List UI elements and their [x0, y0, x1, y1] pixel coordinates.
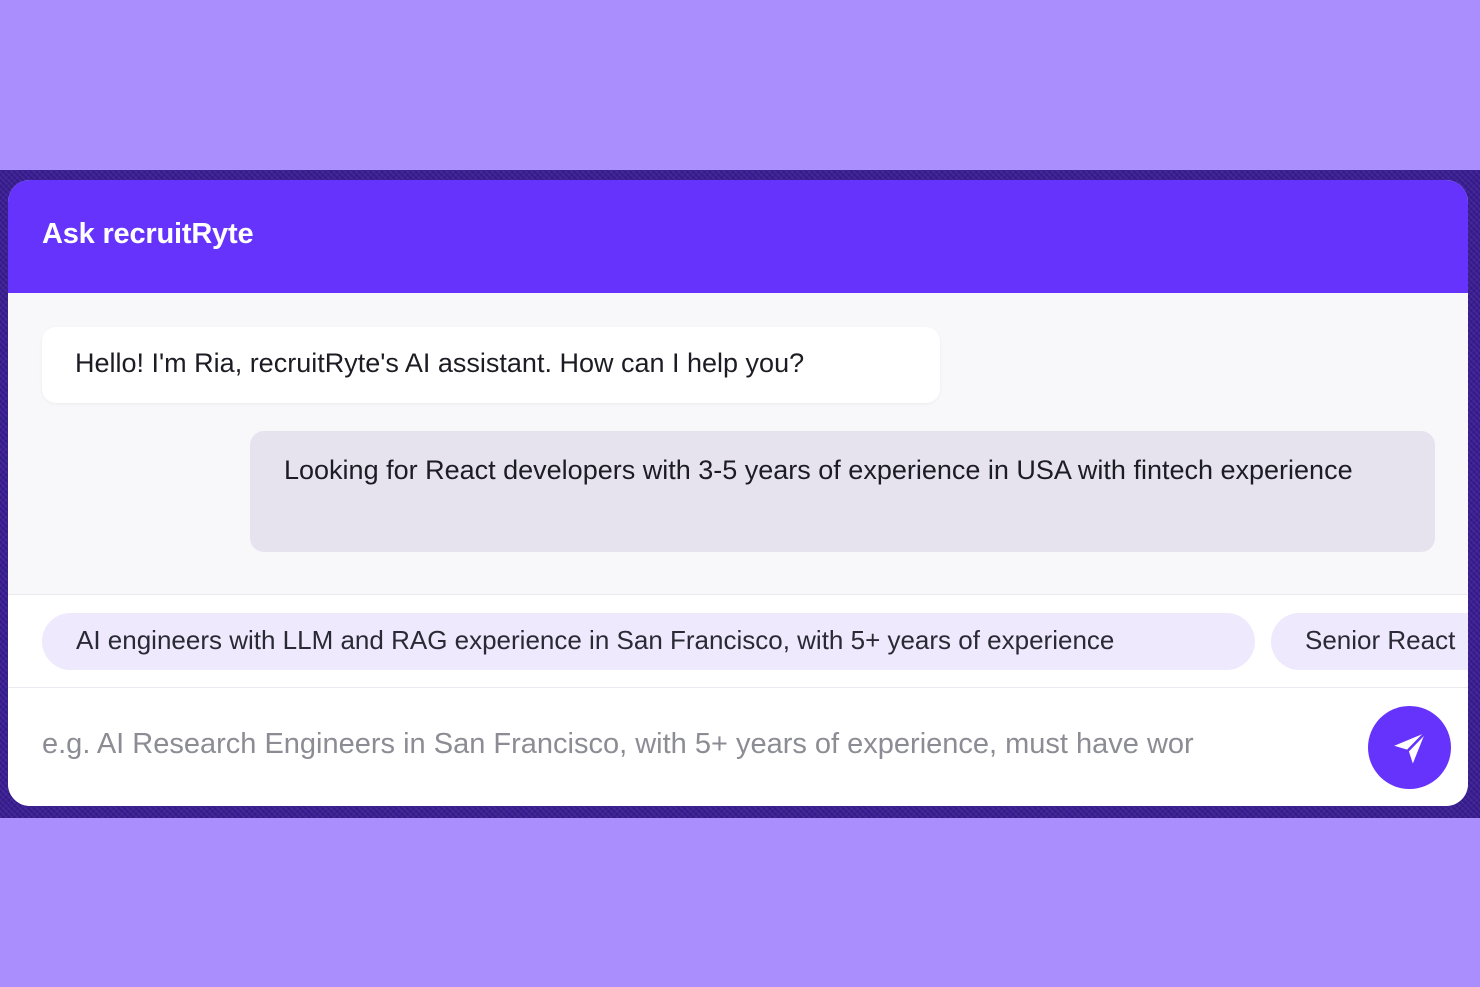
message-composer — [8, 688, 1468, 806]
message-list: Hello! I'm Ria, recruitRyte's AI assista… — [8, 293, 1468, 594]
assistant-message: Hello! I'm Ria, recruitRyte's AI assista… — [42, 327, 940, 403]
paper-plane-icon — [1391, 729, 1429, 767]
send-button[interactable] — [1368, 706, 1451, 789]
chat-widget: Ask recruitRyte Hello! I'm Ria, recruitR… — [8, 180, 1468, 806]
chat-header: Ask recruitRyte — [8, 180, 1468, 293]
message-input[interactable] — [42, 718, 1354, 770]
suggestion-chip[interactable]: AI engineers with LLM and RAG experience… — [42, 613, 1255, 670]
suggestion-chip[interactable]: Senior React — [1271, 613, 1468, 670]
chat-title: Ask recruitRyte — [42, 218, 254, 250]
user-message: Looking for React developers with 3-5 ye… — [250, 431, 1435, 552]
suggestion-chips: AI engineers with LLM and RAG experience… — [8, 594, 1468, 688]
